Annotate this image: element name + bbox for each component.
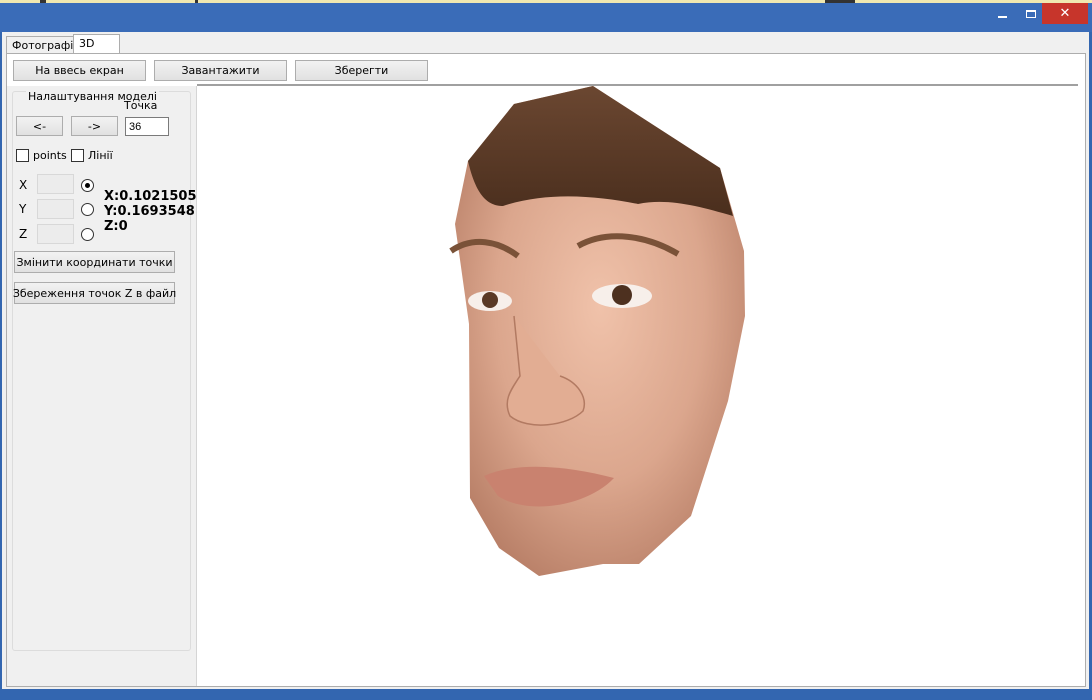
prev-point-button[interactable]: <- — [16, 116, 63, 136]
load-button[interactable]: Завантажити — [154, 60, 287, 81]
left-iris — [482, 292, 498, 308]
maximize-icon — [1025, 9, 1036, 18]
close-button[interactable]: ✕ — [1042, 3, 1088, 24]
window-titlebar: ✕ — [0, 3, 1092, 32]
maximize-button[interactable] — [1016, 3, 1045, 24]
minimize-icon — [998, 15, 1007, 18]
lines-checkbox-label: Лінії — [88, 149, 113, 162]
minimize-button[interactable] — [988, 3, 1017, 24]
hair — [468, 86, 733, 216]
point-number-input[interactable] — [125, 117, 169, 136]
x-label: X — [19, 178, 28, 192]
tab-3d[interactable]: 3D — [73, 34, 120, 55]
y-readout: Y:0.1693548 — [104, 204, 195, 219]
model-settings-panel: Налаштування моделі Точка <- -> points Л… — [7, 86, 197, 686]
bottom-taskbar — [0, 689, 1092, 700]
coordinate-readout: X:0.1021505 Y:0.1693548 Z:0 — [104, 189, 197, 234]
z-readout: Z:0 — [104, 219, 128, 234]
x-radio[interactable] — [81, 179, 94, 192]
x-coord-input[interactable] — [37, 174, 74, 194]
window-client-area: Фотографії 3D На ввесь екран Завантажити… — [2, 32, 1089, 689]
tab-photos[interactable]: Фотографії — [6, 36, 77, 54]
close-icon: ✕ — [1059, 6, 1071, 21]
save-z-points-button[interactable]: Збереження точок Z в файл — [13, 282, 176, 304]
y-radio[interactable] — [81, 203, 94, 216]
z-radio[interactable] — [81, 228, 94, 241]
save-button[interactable]: Зберегти — [295, 60, 428, 81]
right-iris — [612, 285, 632, 305]
change-coords-button[interactable]: Змінити координати точки — [14, 251, 175, 273]
points-checkbox[interactable] — [16, 149, 29, 162]
points-checkbox-label: points — [33, 149, 67, 162]
tab-3d-label: 3D — [79, 37, 95, 50]
y-coord-input[interactable] — [37, 199, 74, 219]
tab-photos-label: Фотографії — [12, 39, 77, 52]
tab-page-3d: На ввесь екран Завантажити Зберегти Нала… — [6, 53, 1086, 687]
point-label: Точка — [124, 99, 158, 112]
lines-checkbox[interactable] — [71, 149, 84, 162]
face-model — [449, 86, 745, 576]
3d-viewport[interactable] — [198, 86, 1083, 686]
z-label: Z — [19, 227, 28, 241]
y-label: Y — [19, 202, 27, 216]
z-coord-input[interactable] — [37, 224, 74, 244]
fullscreen-button[interactable]: На ввесь екран — [13, 60, 146, 81]
x-readout: X:0.1021505 — [104, 189, 197, 204]
next-point-button[interactable]: -> — [71, 116, 118, 136]
